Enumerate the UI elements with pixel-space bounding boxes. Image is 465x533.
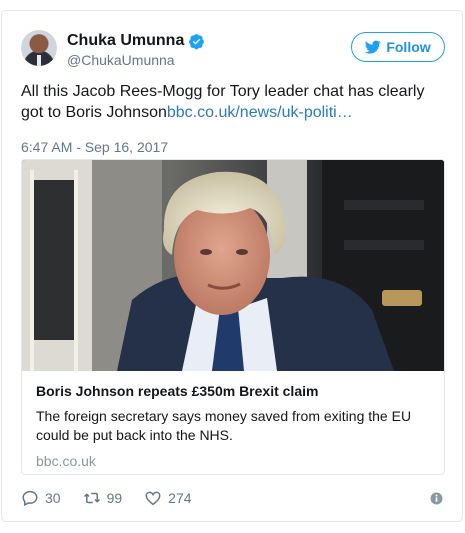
like-count: 274	[168, 490, 192, 506]
author-name-row[interactable]: Chuka Umunna	[67, 32, 205, 50]
tweet-actions: 30 99 274	[21, 487, 445, 509]
card-description: The foreign secretary says money saved f…	[36, 408, 412, 443]
follow-label: Follow	[386, 39, 431, 55]
tweet-link[interactable]: bbc.co.uk/news/uk-politi…	[167, 104, 353, 121]
info-icon[interactable]	[430, 492, 443, 505]
verified-badge-icon	[189, 33, 205, 49]
link-card[interactable]: Boris Johnson repeats £350m Brexit claim…	[21, 159, 445, 475]
avatar[interactable]	[21, 30, 57, 66]
card-title[interactable]: Boris Johnson repeats £350m Brexit claim	[36, 382, 432, 400]
heart-icon	[145, 491, 161, 506]
retweet-icon	[83, 492, 100, 504]
card-body: Boris Johnson repeats £350m Brexit claim…	[36, 382, 432, 469]
card-domain: bbc.co.uk	[36, 453, 96, 469]
tweet-timestamp[interactable]: 6:47 AM - Sep 16, 2017	[21, 139, 168, 155]
card-image[interactable]	[22, 160, 444, 371]
follow-button[interactable]: Follow	[351, 32, 445, 62]
author-name[interactable]: Chuka Umunna	[67, 32, 184, 50]
reply-icon	[22, 490, 38, 506]
tweet-text: All this Jacob Rees-Mogg for Tory leader…	[21, 81, 445, 123]
embedded-tweet: Chuka Umunna @ChukaUmunna Follow All thi…	[1, 10, 463, 522]
tweet-header: Chuka Umunna @ChukaUmunna Follow	[21, 30, 445, 70]
reply-action[interactable]: 30	[21, 489, 61, 507]
reply-count: 30	[45, 490, 61, 506]
retweet-count: 99	[106, 490, 123, 506]
retweet-action[interactable]: 99	[83, 489, 123, 507]
twitter-bird-icon	[365, 40, 382, 54]
author-handle[interactable]: @ChukaUmunna	[67, 52, 175, 68]
card-photo	[22, 160, 444, 371]
like-action[interactable]: 274	[144, 489, 192, 507]
